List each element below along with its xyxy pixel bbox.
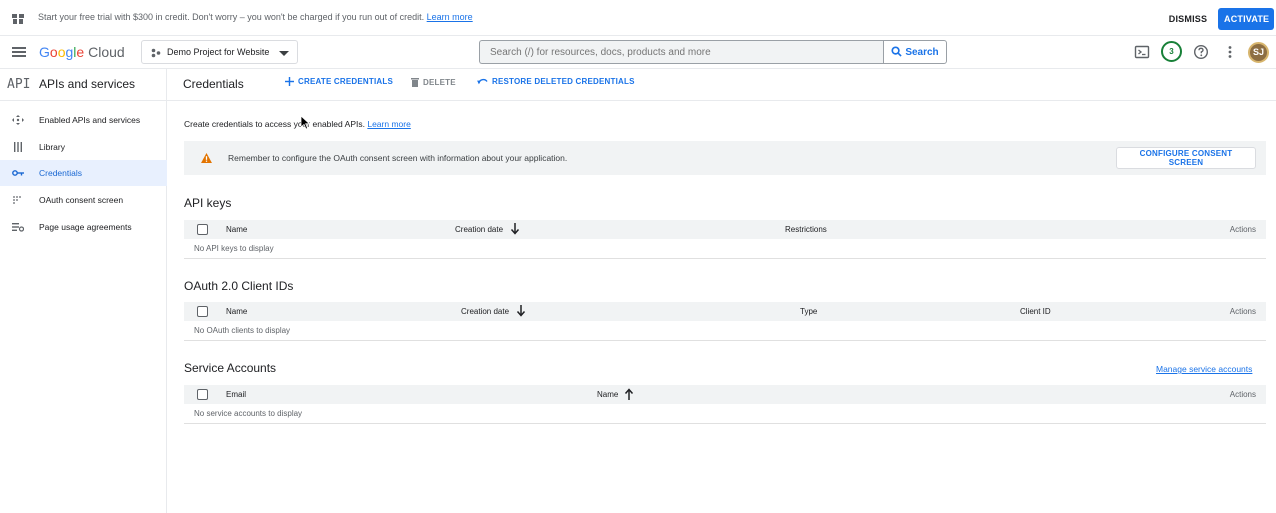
search-button[interactable]: Search — [883, 40, 947, 64]
sidebar-item-oauth-consent[interactable]: OAuth consent screen — [0, 187, 167, 213]
key-icon — [12, 170, 24, 176]
consent-icon — [13, 196, 21, 204]
empty-message: No OAuth clients to display — [194, 326, 291, 335]
dismiss-button[interactable]: DISMISS — [1162, 9, 1214, 29]
restore-icon — [477, 78, 488, 85]
column-header-restrictions: Restrictions — [785, 225, 827, 234]
sidebar-item-page-usage[interactable]: Page usage agreements — [0, 214, 167, 240]
column-header-client-id: Client ID — [1020, 307, 1051, 316]
project-name: Demo Project for Website — [167, 47, 270, 57]
project-icon — [151, 48, 161, 58]
cloud-shell-icon[interactable] — [1134, 44, 1150, 60]
banner-learn-more-link[interactable]: Learn more — [427, 12, 473, 22]
intro-message: Create credentials to access your enable… — [184, 119, 365, 129]
page-title: Credentials — [183, 77, 244, 91]
trash-icon — [411, 78, 419, 87]
sidebar-item-label: Library — [39, 142, 65, 152]
chevron-down-icon — [279, 51, 289, 56]
oauth-table-header: Name Creation date Type Client ID Action… — [184, 302, 1266, 321]
sidebar-item-label: Enabled APIs and services — [39, 115, 141, 125]
oauth-notice-banner: Remember to configure the OAuth consent … — [184, 141, 1266, 175]
sidebar-item-enabled-apis[interactable]: Enabled APIs and services — [0, 107, 167, 133]
mouse-cursor-icon — [301, 116, 310, 130]
column-header-type: Type — [800, 307, 818, 316]
create-credentials-button[interactable]: CREATE CREDENTIALS — [285, 77, 393, 93]
notification-count-badge[interactable]: 3 — [1161, 41, 1182, 62]
banner-message: Start your free trial with $300 in credi… — [38, 12, 473, 22]
banner-text: Start your free trial with $300 in credi… — [38, 12, 425, 22]
sidebar-item-label: Credentials — [39, 168, 82, 178]
google-cloud-logo[interactable]: Google Cloud — [39, 44, 125, 60]
intro-learn-more-link[interactable]: Learn more — [367, 119, 410, 129]
service-accounts-heading: Service Accounts — [184, 361, 277, 375]
sidebar-item-label: Page usage agreements — [39, 222, 132, 232]
search-input[interactable] — [479, 40, 885, 64]
diamond-arrows-icon — [12, 115, 24, 125]
api-icon: API — [7, 77, 31, 92]
avatar[interactable]: SJ — [1248, 42, 1269, 63]
table-row: No service accounts to display — [184, 404, 1266, 424]
page-toolbar: Credentials CREATE CREDENTIALS DELETE RE… — [167, 69, 1276, 101]
configure-consent-screen-button[interactable]: CONFIGURE CONSENT SCREEN — [1116, 147, 1256, 169]
project-selector[interactable]: Demo Project for Website — [141, 40, 298, 64]
select-all-checkbox[interactable] — [197, 224, 208, 235]
service-accounts-table-header: Email Name Actions — [184, 385, 1266, 404]
menu-icon[interactable] — [12, 47, 26, 57]
sidebar-item-credentials[interactable]: Credentials — [0, 160, 167, 186]
arrow-down-icon[interactable] — [510, 223, 520, 235]
column-header-creation-date[interactable]: Creation date — [455, 225, 503, 234]
more-vert-icon[interactable] — [1222, 44, 1238, 60]
library-icon — [14, 142, 22, 152]
delete-button[interactable]: DELETE — [411, 77, 456, 93]
column-header-creation-date[interactable]: Creation date — [461, 307, 509, 316]
search-icon — [891, 46, 902, 57]
select-all-checkbox[interactable] — [197, 389, 208, 400]
table-row: No OAuth clients to display — [184, 321, 1266, 341]
column-header-name[interactable]: Name — [226, 307, 247, 316]
column-header-actions: Actions — [1229, 390, 1256, 399]
activate-button[interactable]: ACTIVATE — [1218, 8, 1274, 30]
column-header-actions: Actions — [1229, 225, 1256, 234]
empty-message: No service accounts to display — [194, 409, 303, 418]
column-header-email[interactable]: Email — [226, 390, 246, 399]
intro-text: Create credentials to access your enable… — [184, 119, 411, 129]
api-keys-heading: API keys — [184, 196, 232, 210]
gift-icon — [12, 14, 24, 24]
settings-list-icon — [12, 223, 24, 232]
sidebar-item-label: OAuth consent screen — [39, 195, 124, 205]
warning-icon — [201, 153, 212, 163]
top-header: Google Cloud Demo Project for Website Se… — [0, 36, 1276, 69]
select-all-checkbox[interactable] — [197, 306, 208, 317]
arrow-down-icon[interactable] — [516, 305, 526, 317]
restore-deleted-credentials-button[interactable]: RESTORE DELETED CREDENTIALS — [477, 77, 635, 93]
manage-service-accounts-link[interactable]: Manage service accounts — [1156, 364, 1252, 374]
column-header-name[interactable]: Name — [226, 225, 247, 234]
empty-message: No API keys to display — [194, 244, 274, 253]
column-header-actions: Actions — [1229, 307, 1256, 316]
arrow-up-icon[interactable] — [624, 388, 634, 400]
notice-text: Remember to configure the OAuth consent … — [228, 153, 568, 163]
sidebar-item-library[interactable]: Library — [0, 134, 167, 160]
api-keys-table-header: Name Creation date Restrictions Actions — [184, 220, 1266, 239]
plus-icon — [285, 77, 294, 86]
column-header-name[interactable]: Name — [597, 390, 618, 399]
sidebar: API APIs and services Enabled APIs and s… — [0, 69, 167, 513]
oauth-client-ids-heading: OAuth 2.0 Client IDs — [184, 279, 294, 293]
table-row: No API keys to display — [184, 239, 1266, 259]
sidebar-divider — [0, 100, 167, 101]
sidebar-title: APIs and services — [39, 77, 136, 91]
trial-banner: Start your free trial with $300 in credi… — [0, 0, 1276, 36]
help-icon[interactable] — [1193, 44, 1209, 60]
